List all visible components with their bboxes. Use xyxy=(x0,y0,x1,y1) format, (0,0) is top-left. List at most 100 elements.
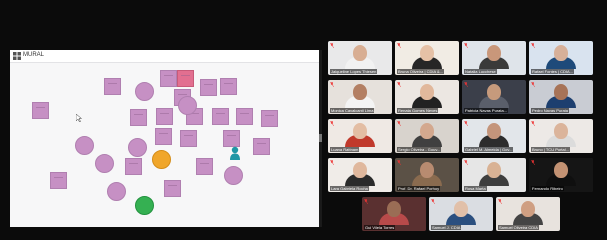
divider-handle[interactable] xyxy=(319,134,322,142)
participant-face xyxy=(353,45,367,61)
sticky-note[interactable] xyxy=(160,70,177,87)
participant-face xyxy=(554,45,568,61)
participant-tile[interactable]: Pedro Navas Purata xyxy=(529,80,593,114)
muted-mic-icon xyxy=(531,82,535,87)
participant-face xyxy=(420,123,434,139)
participant-tile[interactable]: Rafael Fontes | CDIA... xyxy=(529,41,593,75)
participant-name: Samuel Oliveira CDIA xyxy=(498,225,539,230)
person-icon xyxy=(230,146,240,160)
participant-face xyxy=(554,84,568,100)
participant-face xyxy=(353,123,367,139)
participant-face xyxy=(554,123,568,139)
participant-tile[interactable]: Samuel Oliveira CDIA xyxy=(496,197,560,231)
participant-face xyxy=(420,84,434,100)
participant-face xyxy=(554,162,568,178)
participant-tile[interactable]: Patricia Navas Purata... xyxy=(462,80,526,114)
participant-name: Prof. Dr. Rafael Porhoy xyxy=(397,186,441,191)
circle-shape-green[interactable] xyxy=(135,196,154,215)
muted-mic-icon xyxy=(431,199,435,204)
participant-face xyxy=(454,201,468,217)
participant-face xyxy=(353,84,367,100)
circle-shape[interactable] xyxy=(75,136,94,155)
participant-face xyxy=(420,162,434,178)
sticky-note[interactable] xyxy=(155,128,172,145)
participant-name: Sergio Oliveira - Gouv... xyxy=(397,147,442,152)
participant-name: Renata Gomes Neves xyxy=(397,108,439,113)
sticky-note[interactable] xyxy=(220,78,237,95)
participant-name: Bruno | TCU Portal... xyxy=(531,147,570,152)
circle-shape[interactable] xyxy=(224,166,243,185)
participant-tile[interactable]: Natalia Lucchese xyxy=(462,41,526,75)
muted-mic-icon xyxy=(531,121,535,126)
participant-tile[interactable]: Lara Gabriela Rocha xyxy=(328,158,392,192)
participant-name: Bruna Oliveira | CDIA &... xyxy=(397,69,445,74)
muted-mic-icon xyxy=(397,82,401,87)
whiteboard-title: MURAL xyxy=(23,52,45,58)
sticky-note[interactable] xyxy=(50,172,67,189)
sticky-note[interactable] xyxy=(253,138,270,155)
circle-shape[interactable] xyxy=(107,182,126,201)
participant-name: Gabriel M. Almeida | Gov... xyxy=(464,147,514,152)
muted-mic-icon xyxy=(464,43,468,48)
participant-tile[interactable]: Renata Gomes Neves xyxy=(395,80,459,114)
participant-tile[interactable]: Prof. Dr. Rafael Porhoy xyxy=(395,158,459,192)
muted-mic-icon xyxy=(498,199,502,204)
sticky-note[interactable] xyxy=(125,158,142,175)
participant-name: Monica Cavalcanti Lima xyxy=(330,108,375,113)
participant-name: Lara Gabriela Rocha xyxy=(330,186,369,191)
participant-face xyxy=(387,201,401,217)
participant-face xyxy=(521,201,535,217)
sticky-note[interactable] xyxy=(212,108,229,125)
participant-tile[interactable]: Samuel J. CDIA xyxy=(429,197,493,231)
muted-mic-icon xyxy=(330,121,334,126)
participant-tile[interactable]: Monica Cavalcanti Lima xyxy=(328,80,392,114)
muted-mic-icon xyxy=(531,43,535,48)
participant-name: Luana Rattnam xyxy=(330,147,360,152)
muted-mic-icon xyxy=(330,43,334,48)
circle-shape-orange[interactable] xyxy=(152,150,171,169)
sticky-note[interactable] xyxy=(200,79,217,96)
participant-tile[interactable]: Fernando Ribeiro xyxy=(529,158,593,192)
muted-mic-icon xyxy=(397,160,401,165)
mural-logo-icon xyxy=(13,52,21,60)
muted-mic-icon xyxy=(397,121,401,126)
participant-face xyxy=(487,84,501,100)
participant-tile[interactable]: Gui Vilela Torres xyxy=(362,197,426,231)
sticky-note[interactable] xyxy=(156,108,173,125)
participant-tile[interactable]: Gabriel M. Almeida | Gov... xyxy=(462,119,526,153)
circle-shape[interactable] xyxy=(95,154,114,173)
participant-tile[interactable]: Luana Rattnam xyxy=(328,119,392,153)
sticky-note[interactable] xyxy=(261,110,278,127)
participant-name: Fernando Ribeiro xyxy=(531,186,564,191)
participant-face xyxy=(353,162,367,178)
muted-mic-icon xyxy=(531,160,535,165)
participant-tile[interactable]: Jalqueline Lopes Thiesen xyxy=(328,41,392,75)
circle-shape[interactable] xyxy=(135,82,154,101)
sticky-note[interactable] xyxy=(32,102,49,119)
circle-shape[interactable] xyxy=(178,96,197,115)
muted-mic-icon xyxy=(397,43,401,48)
muted-mic-icon xyxy=(364,199,368,204)
sticky-note[interactable] xyxy=(104,78,121,95)
participant-tile[interactable]: Rosa Marta xyxy=(462,158,526,192)
cursor-icon xyxy=(76,114,82,122)
sticky-note[interactable] xyxy=(236,108,253,125)
sticky-note-pink[interactable] xyxy=(177,70,194,87)
participant-name: Rafael Fontes | CDIA... xyxy=(531,69,575,74)
participant-tile[interactable]: Bruna Oliveira | CDIA &... xyxy=(395,41,459,75)
muted-mic-icon xyxy=(464,121,468,126)
sticky-note[interactable] xyxy=(223,130,240,147)
participant-tile[interactable]: Bruno | TCU Portal... xyxy=(529,119,593,153)
participant-face xyxy=(487,123,501,139)
circle-shape[interactable] xyxy=(128,138,147,157)
zoom-meeting-window: MURAL Jalqueline Lopes Thiesen Bruna Oli… xyxy=(0,0,607,240)
muted-mic-icon xyxy=(464,82,468,87)
participant-face xyxy=(420,45,434,61)
sticky-note[interactable] xyxy=(130,109,147,126)
participant-tile[interactable]: Sergio Oliveira - Gouv... xyxy=(395,119,459,153)
sticky-note[interactable] xyxy=(180,130,197,147)
whiteboard-canvas[interactable] xyxy=(10,62,319,227)
sticky-note[interactable] xyxy=(164,180,181,197)
participant-name: Gui Vilela Torres xyxy=(364,225,396,230)
sticky-note[interactable] xyxy=(196,158,213,175)
